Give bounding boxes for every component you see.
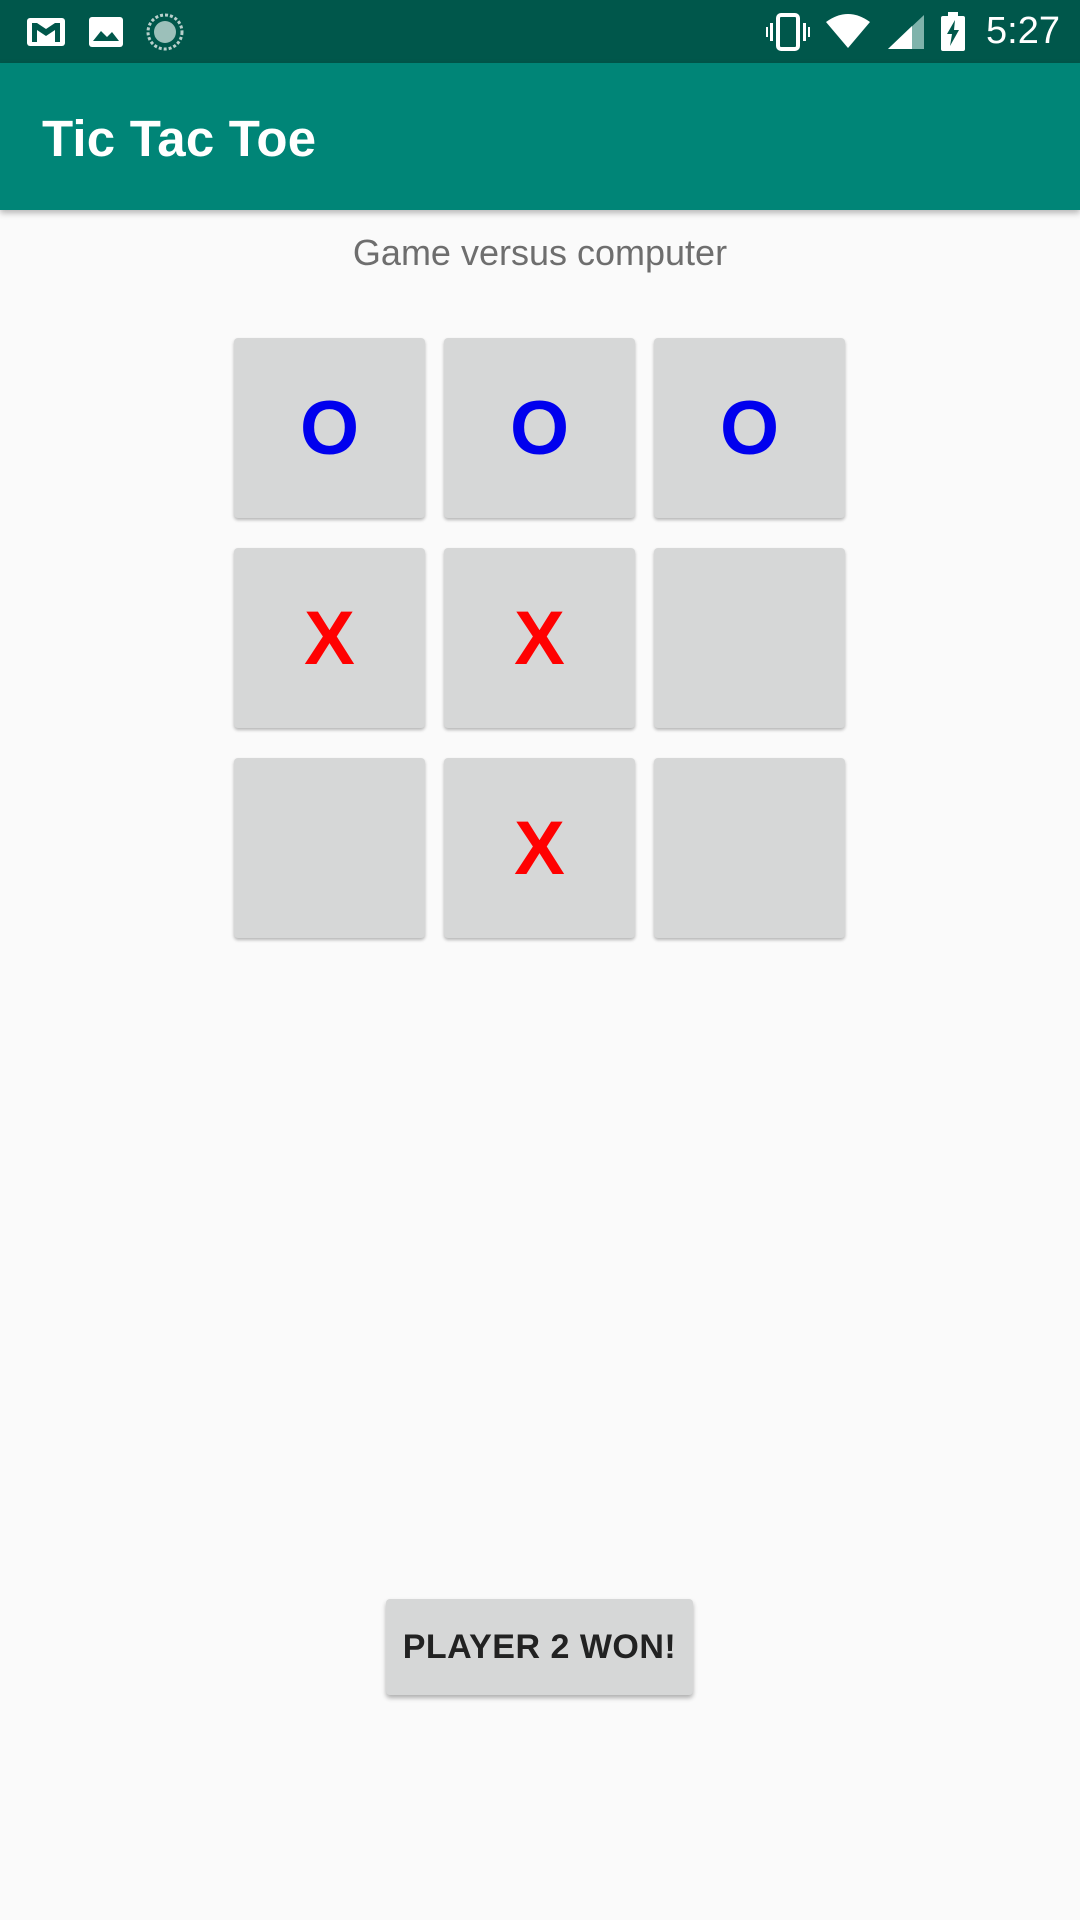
board-cell-1-1[interactable]: O <box>234 338 425 518</box>
board-cell-3-2[interactable]: X <box>444 758 635 938</box>
sync-icon <box>146 13 184 51</box>
clock-time: 5:27 <box>986 10 1060 52</box>
board-cell-2-1[interactable]: X <box>234 548 425 728</box>
image-icon <box>88 16 124 48</box>
board-cell-3-1[interactable] <box>234 758 425 938</box>
game-mode-label: Game versus computer <box>352 232 728 273</box>
status-bar: 5:27 <box>0 0 1080 63</box>
notification-icons <box>26 0 184 63</box>
board-cell-2-3[interactable] <box>654 548 845 728</box>
board-cell-1-2[interactable]: O <box>444 338 635 518</box>
battery-charging-icon <box>940 11 966 52</box>
board-cell-1-3[interactable]: O <box>654 338 845 518</box>
result-button[interactable]: PLAYER 2 WON! <box>386 1599 693 1695</box>
system-icons: 5:27 <box>766 0 1060 63</box>
vibrate-icon <box>766 12 811 51</box>
gmail-icon <box>26 17 66 47</box>
board-cell-2-2[interactable]: X <box>444 548 635 728</box>
game-board: O O O X X X <box>234 338 846 942</box>
app-title: Tic Tac Toe <box>42 110 317 167</box>
signal-icon <box>886 13 926 51</box>
board-cell-3-3[interactable] <box>654 758 845 938</box>
wifi-icon <box>824 13 872 50</box>
app-bar: Tic Tac Toe <box>0 63 1080 210</box>
